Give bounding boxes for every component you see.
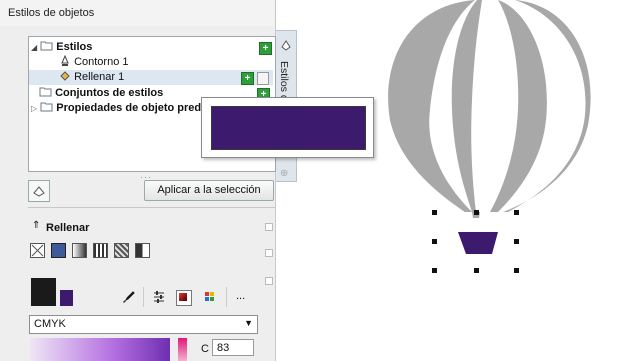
fill-preview-swatch [211, 106, 366, 150]
color-sliders-icon[interactable] [152, 290, 166, 304]
tree-label-estilos: Estilos [56, 41, 93, 53]
folder-icon [40, 102, 53, 112]
selection-handle[interactable] [432, 239, 437, 244]
pen-icon [61, 54, 69, 66]
tree-label-conjuntos: Conjuntos de estilos [55, 87, 164, 99]
color-picker-area[interactable] [30, 338, 170, 361]
tree-item-rellenar[interactable]: Rellenar 1 + [29, 70, 273, 85]
apply-to-selection-button[interactable]: Aplicar a la selección [144, 180, 274, 201]
tree-item-contorno[interactable]: Contorno 1 [59, 54, 129, 70]
fill-color-swatch[interactable] [60, 290, 73, 306]
section-divider [28, 207, 275, 208]
tree-label-rellenar: Rellenar 1 [74, 71, 125, 83]
selection-handle[interactable] [432, 210, 437, 215]
section-toggle-square[interactable] [265, 249, 273, 257]
selection-handle[interactable] [474, 268, 479, 273]
fill-section-title: Rellenar [46, 222, 90, 234]
folder-icon [40, 41, 53, 51]
no-fill-icon[interactable] [30, 243, 45, 258]
postscript-fill-icon[interactable] [135, 243, 150, 258]
docker-titlebar: Estilos de objetos [0, 0, 275, 26]
add-child-plus-icon[interactable]: + [241, 72, 254, 85]
add-style-plus-icon[interactable]: + [259, 42, 272, 55]
chevron-down-icon: ▼ [244, 318, 253, 328]
palette-icon[interactable] [203, 290, 217, 304]
fountain-fill-icon[interactable] [72, 243, 87, 258]
collapse-arrow-icon[interactable]: ▷ [31, 104, 37, 113]
eyedropper-icon[interactable] [122, 290, 136, 304]
color-model-select[interactable]: CMYK ▼ [29, 315, 258, 334]
balloon-basket[interactable] [458, 232, 498, 254]
toolbar-separator [226, 287, 227, 307]
toolbar-separator [143, 287, 144, 307]
uniform-fill-icon[interactable] [51, 243, 66, 258]
tree-item-estilos[interactable]: ◢ Estilos + [31, 40, 272, 55]
color-model-value: CMYK [34, 318, 66, 330]
vector-pattern-icon[interactable] [93, 243, 108, 258]
tree-item-propiedades[interactable]: ▷ Propiedades de objeto prede [31, 101, 207, 116]
bitmap-pattern-icon[interactable] [114, 243, 129, 258]
object-styles-docker: Estilos de objetos ◢ Estilos + Contorno … [0, 0, 276, 361]
folder-icon [39, 87, 52, 97]
selection-handle[interactable] [474, 210, 479, 215]
tree-label-propiedades: Propiedades de objeto prede [56, 102, 208, 114]
selection-handle[interactable] [514, 268, 519, 273]
selection-handle[interactable] [432, 268, 437, 273]
add-tab-icon[interactable]: ⊕ [280, 168, 288, 179]
hue-slider[interactable] [178, 338, 187, 361]
styles-tab-icon [281, 40, 291, 51]
outline-color-swatch[interactable] [31, 278, 56, 306]
style-options-button[interactable] [28, 180, 50, 202]
section-toggle-square[interactable] [265, 277, 273, 285]
docker-title: Estilos de objetos [8, 7, 95, 19]
expand-arrow-icon[interactable]: ◢ [31, 43, 37, 52]
selection-handle[interactable] [514, 239, 519, 244]
cyan-label: C [201, 343, 209, 355]
fill-preview-tooltip [201, 97, 374, 158]
selection-handle[interactable] [514, 210, 519, 215]
cyan-value-input[interactable]: 83 [212, 339, 254, 356]
color-viewer-icon[interactable] [176, 290, 192, 306]
collapse-chevron-icon[interactable]: ⇑ [32, 220, 40, 231]
trash-icon[interactable] [257, 72, 269, 85]
tree-label-contorno: Contorno 1 [74, 56, 129, 68]
fill-bucket-icon [60, 71, 70, 81]
style-options-icon [33, 186, 45, 197]
more-options-button[interactable]: ... [236, 290, 245, 302]
balloon-logo[interactable] [388, 0, 591, 218]
canvas-drawing[interactable] [380, 0, 617, 361]
section-toggle-square[interactable] [265, 223, 273, 231]
